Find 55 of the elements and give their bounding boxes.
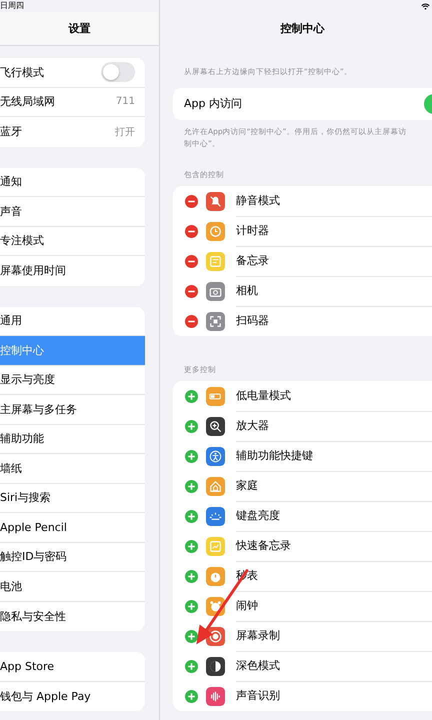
sidebar-item[interactable]: 蓝牙 打开 [0, 117, 145, 146]
control-label: 扫码器 [236, 313, 270, 329]
remove-button[interactable] [185, 254, 198, 268]
control-label: 计时器 [236, 216, 432, 246]
sidebar-item[interactable]: 通知 [0, 168, 145, 197]
add-button[interactable] [185, 450, 198, 462]
sidebar-item[interactable]: 声音 [0, 197, 145, 226]
remove-button[interactable] [185, 194, 198, 208]
add-button[interactable] [185, 420, 198, 432]
control-label: 键盘亮度 [236, 500, 432, 532]
sidebar-item[interactable]: Siri与搜索 [0, 484, 145, 513]
control-label: 辅助功能快捷键 [236, 440, 432, 472]
status-date: 日周四 [0, 0, 24, 12]
control-label: 低电量模式 [236, 381, 432, 412]
sidebar-item[interactable]: 钱包与 Apple Pay [0, 682, 145, 711]
toggle-switch[interactable] [101, 62, 135, 82]
control-label: 深色模式 [236, 650, 432, 682]
add-button[interactable] [185, 660, 198, 672]
remove-button[interactable] [185, 314, 198, 328]
control-label: 相机 [236, 276, 432, 306]
add-button[interactable] [185, 480, 198, 492]
control-label: 快速备忘录 [236, 530, 432, 562]
sidebar-item[interactable]: Apple Pencil [0, 513, 145, 542]
sidebar-title: 设置 [68, 21, 90, 36]
sidebar-item[interactable]: 专注模式 [0, 226, 145, 256]
sidebar-item[interactable]: 墙纸 [0, 454, 145, 484]
sidebar-item[interactable]: 屏幕使用时间 [0, 256, 145, 286]
add-button[interactable] [185, 540, 198, 552]
sidebar-item[interactable]: 辅助功能 [0, 424, 145, 454]
sidebar-item[interactable]: 无线局域网 711 [0, 88, 145, 117]
sidebar-item[interactable]: 电池 [0, 572, 145, 602]
add-button[interactable] [185, 690, 198, 702]
add-button[interactable] [185, 630, 198, 642]
remove-button[interactable] [185, 284, 198, 298]
sidebar-item[interactable]: 飞行模式 [0, 58, 145, 88]
sidebar-item[interactable]: 显示与亮度 [0, 366, 145, 395]
control-label: 闹钟 [236, 590, 432, 622]
control-label: 屏幕录制 [236, 620, 432, 652]
add-button[interactable] [185, 510, 198, 522]
access-row: App 内访问 [173, 88, 432, 120]
sidebar-item[interactable]: 隐私与安全性 [0, 602, 145, 631]
page-title: 控制中心 [280, 21, 324, 36]
sidebar-item[interactable]: 触控ID与密码 [0, 542, 145, 572]
control-label: 放大器 [236, 410, 432, 442]
sidebar-item[interactable]: App Store [0, 652, 145, 682]
add-button[interactable] [185, 570, 198, 582]
add-button[interactable] [185, 390, 198, 402]
control-label: 家庭 [236, 470, 432, 502]
sidebar-item[interactable]: 主屏幕与多任务 [0, 395, 145, 424]
control-label: 声音识别 [236, 688, 281, 704]
remove-button[interactable] [185, 224, 198, 238]
wifi-icon [421, 3, 430, 10]
control-label: 静音模式 [236, 186, 432, 216]
add-button[interactable] [185, 600, 198, 612]
control-label: 备忘录 [236, 246, 432, 276]
